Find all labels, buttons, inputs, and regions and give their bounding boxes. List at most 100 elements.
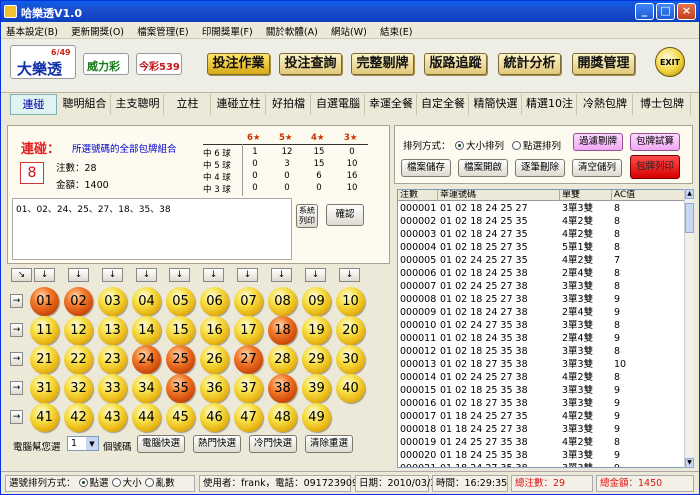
number-ball[interactable]: 15 <box>166 316 195 345</box>
number-ball[interactable]: 10 <box>336 287 365 316</box>
number-ball[interactable]: 33 <box>98 374 127 403</box>
print-combo-button[interactable]: 包牌列印 <box>630 155 680 179</box>
clear-list-button[interactable]: 清空儲列 <box>572 159 622 177</box>
tab-main-smart[interactable]: 主支聰明 <box>112 94 164 115</box>
tab-hot-cold[interactable]: 冷熱包牌 <box>578 94 633 115</box>
number-ball[interactable]: 20 <box>336 316 365 345</box>
row-select-arrow[interactable]: → <box>10 294 23 308</box>
number-ball[interactable]: 29 <box>302 345 331 374</box>
sort-by-size-radio[interactable]: 大小排列 <box>455 138 504 152</box>
pick-count-select[interactable]: 1 ▼ <box>67 436 99 451</box>
table-row[interactable]: 000017 01 18 24 25 27 35 4單2雙 9 <box>398 410 693 423</box>
save-file-button[interactable]: 檔案儲存 <box>401 159 451 177</box>
table-row[interactable]: 000011 01 02 18 24 35 38 2單4雙 9 <box>398 332 693 345</box>
number-ball[interactable]: 41 <box>30 403 59 432</box>
vertical-scrollbar[interactable]: ▲ ▼ <box>684 189 694 468</box>
table-row[interactable]: 000006 01 02 18 24 25 38 2單4雙 8 <box>398 267 693 280</box>
table-row[interactable]: 000002 01 02 18 24 25 35 4單2雙 8 <box>398 215 693 228</box>
menu-file-manage[interactable]: 檔案管理(E) <box>132 22 193 38</box>
bet-query-button[interactable]: 投注查詢 <box>279 53 342 75</box>
maximize-button[interactable]: □ <box>656 3 675 20</box>
table-row[interactable]: 000019 01 24 25 27 35 38 4單2雙 8 <box>398 436 693 449</box>
number-ball[interactable]: 19 <box>302 316 331 345</box>
number-ball[interactable]: 28 <box>268 345 297 374</box>
selected-numbers-box[interactable]: 01、02、24、25、27、18、35、38 <box>12 198 292 260</box>
draw-manage-button[interactable]: 開獎管理 <box>572 53 635 75</box>
exit-button[interactable]: EXIT <box>655 47 685 77</box>
number-ball[interactable]: 43 <box>98 403 127 432</box>
trend-tracking-button[interactable]: 版路追蹤 <box>424 53 487 75</box>
column-select-arrow[interactable]: ↓ <box>237 268 258 282</box>
table-row[interactable]: 000013 01 02 18 27 35 38 3單3雙 10 <box>398 358 693 371</box>
table-row[interactable]: 000010 01 02 24 27 35 38 3單3雙 8 <box>398 319 693 332</box>
order-random-radio[interactable]: 亂數 <box>144 478 175 489</box>
sort-by-click-radio[interactable]: 點選排列 <box>512 138 561 152</box>
number-ball[interactable]: 18 <box>268 316 297 345</box>
table-row[interactable]: 000003 01 02 18 24 27 35 4單2雙 8 <box>398 228 693 241</box>
tab-custom-meal[interactable]: 自定全餐 <box>418 94 469 115</box>
number-ball[interactable]: 23 <box>98 345 127 374</box>
filter-button[interactable]: 過濾剔牌 <box>573 133 623 151</box>
tab-self-pick[interactable]: 自選電腦 <box>312 94 365 115</box>
table-row[interactable]: 000012 01 02 18 25 35 38 3單3雙 8 <box>398 345 693 358</box>
table-row[interactable]: 000008 01 02 18 25 27 38 3單3雙 9 <box>398 293 693 306</box>
minimize-button[interactable]: _ <box>635 3 654 20</box>
column-select-arrow[interactable]: ↓ <box>102 268 123 282</box>
table-row[interactable]: 00002101 18 24 27 35 38 3單3雙 9 <box>398 462 693 467</box>
trial-calc-button[interactable]: 包牌試算 <box>630 133 680 151</box>
column-header[interactable]: 單雙 <box>560 190 612 201</box>
number-ball[interactable]: 08 <box>268 287 297 316</box>
diagonal-select-arrow[interactable]: ↘ <box>11 268 32 282</box>
number-ball[interactable]: 04 <box>132 287 161 316</box>
logo-power-lotto[interactable]: 威力彩 <box>83 53 129 75</box>
close-button[interactable]: × <box>677 3 696 20</box>
number-ball[interactable]: 47 <box>234 403 263 432</box>
number-ball[interactable]: 14 <box>132 316 161 345</box>
column-select-arrow[interactable]: ↓ <box>169 268 190 282</box>
column-select-arrow[interactable]: ↓ <box>34 268 55 282</box>
column-header[interactable]: 注數 <box>398 190 438 201</box>
tab-top10[interactable]: 精選10注 <box>523 94 577 115</box>
number-ball[interactable]: 31 <box>30 374 59 403</box>
number-ball[interactable]: 26 <box>200 345 229 374</box>
table-row[interactable]: 000005 01 02 24 25 27 35 4單2雙 7 <box>398 254 693 267</box>
column-select-arrow[interactable]: ↓ <box>305 268 326 282</box>
tab-smart-combo[interactable]: 聰明組合 <box>59 94 111 115</box>
logo-539[interactable]: 今彩539 <box>136 53 182 75</box>
table-row[interactable]: 000007 01 02 24 25 27 38 3單3雙 8 <box>398 280 693 293</box>
table-row[interactable]: 000014 01 02 24 25 27 38 4單2雙 8 <box>398 371 693 384</box>
column-header[interactable]: 幸運號碼 <box>438 190 560 201</box>
number-ball[interactable]: 21 <box>30 345 59 374</box>
column-select-arrow[interactable]: ↓ <box>271 268 292 282</box>
menu-about[interactable]: 關於軟體(A) <box>261 22 323 38</box>
table-row[interactable]: 000004 01 02 18 25 27 35 5單1雙 8 <box>398 241 693 254</box>
scroll-up-icon[interactable]: ▲ <box>685 189 694 199</box>
column-select-arrow[interactable]: ↓ <box>136 268 157 282</box>
row-select-arrow[interactable]: → <box>10 381 23 395</box>
tab-lucky-meal[interactable]: 幸運全餐 <box>366 94 417 115</box>
number-ball[interactable]: 38 <box>268 374 297 403</box>
number-ball[interactable]: 16 <box>200 316 229 345</box>
clear-button[interactable]: 清除重選 <box>305 435 353 453</box>
number-ball[interactable]: 48 <box>268 403 297 432</box>
table-row[interactable]: 000001 01 02 18 24 25 27 3單3雙 8 <box>398 202 693 215</box>
column-select-arrow[interactable]: ↓ <box>68 268 89 282</box>
column-select-arrow[interactable]: ↓ <box>203 268 224 282</box>
number-ball[interactable]: 36 <box>200 374 229 403</box>
open-file-button[interactable]: 檔案開啟 <box>458 159 508 177</box>
table-row[interactable]: 000015 01 02 18 25 35 38 3單3雙 9 <box>398 384 693 397</box>
number-ball[interactable]: 49 <box>302 403 331 432</box>
menu-print-draw[interactable]: 印開獎單(F) <box>197 22 258 38</box>
bet-operation-button[interactable]: 投注作業 <box>207 53 270 75</box>
number-ball[interactable]: 07 <box>234 287 263 316</box>
row-select-arrow[interactable]: → <box>10 323 23 337</box>
scroll-down-icon[interactable]: ▼ <box>685 458 694 468</box>
number-ball[interactable]: 34 <box>132 374 161 403</box>
tab-lianpeng-pillar[interactable]: 連碰立柱 <box>212 94 266 115</box>
logo-lotto649[interactable]: 6/49 大樂透 <box>10 45 76 79</box>
tab-quick-pick[interactable]: 精簡快選 <box>470 94 522 115</box>
tab-doctor[interactable]: 博士包牌 <box>634 94 691 115</box>
order-click-radio[interactable]: 點選 <box>78 478 109 489</box>
computer-pick-button[interactable]: 電腦快選 <box>137 435 185 453</box>
delete-row-button[interactable]: 逐筆刪除 <box>515 159 565 177</box>
